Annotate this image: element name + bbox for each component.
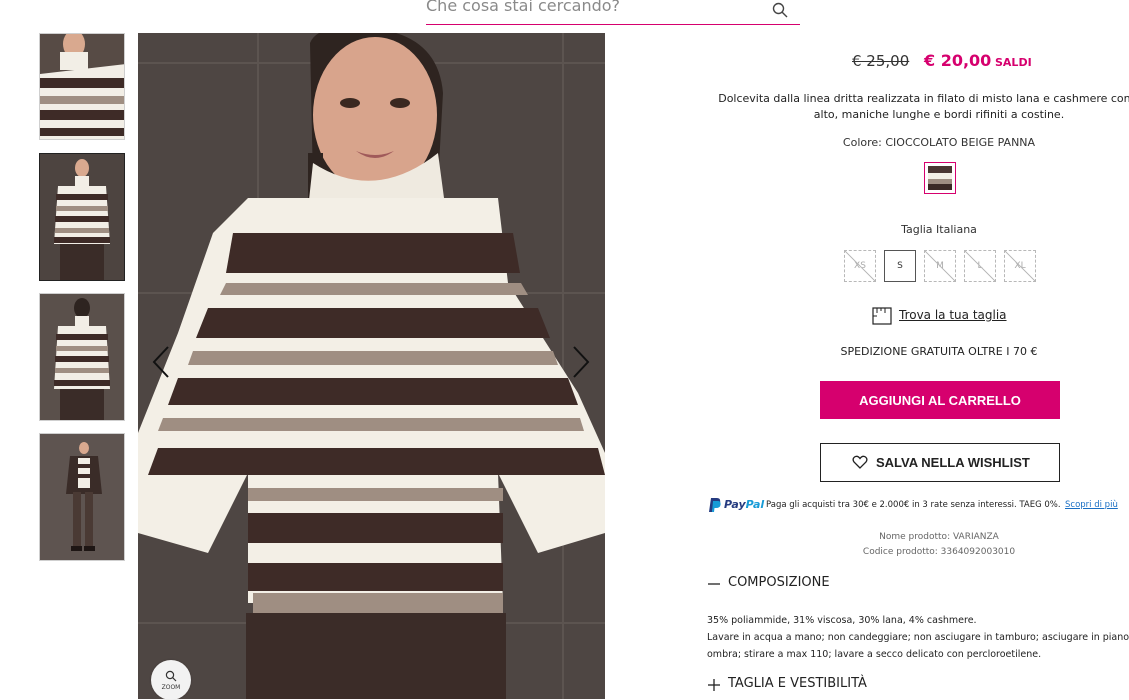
composition-materials: 35% poliammide, 31% viscosa, 30% lana, 4… (707, 615, 977, 626)
search-placeholder[interactable]: Che cosa stai cercando? (426, 0, 620, 15)
size-guide-label[interactable]: Trova la tua taglia (899, 308, 1007, 322)
thumbnail-3[interactable] (39, 293, 125, 421)
paypal-icon (709, 498, 721, 512)
size-option-l[interactable]: L (964, 250, 996, 282)
paypal-word-b: Pal (745, 498, 765, 511)
wishlist-button[interactable]: SALVA NELLA WISHLIST (820, 443, 1060, 482)
zoom-button[interactable]: ZOOM (151, 660, 191, 700)
chevron-right-icon[interactable] (568, 345, 592, 379)
color-label: Colore: CIOCCOLATO BEIGE PANNA (716, 136, 1129, 149)
zoom-label: ZOOM (161, 684, 181, 691)
thumbnail-image (40, 154, 124, 280)
size-option-s[interactable]: S (884, 250, 916, 282)
composition-content: 35% poliammide, 31% viscosa, 30% lana, 4… (707, 612, 1129, 663)
color-swatch[interactable] (924, 162, 956, 194)
add-to-cart-button[interactable]: AGGIUNGI AL CARRELLO (820, 381, 1060, 419)
color-label-text: Colore: (842, 136, 882, 149)
search-icon[interactable] (772, 2, 788, 18)
old-price: € 25,00 (852, 52, 910, 70)
color-value: CIOCCOLATO BEIGE PANNA (885, 136, 1036, 149)
product-photo (138, 33, 605, 699)
minus-icon (708, 583, 720, 585)
thumbnail-2[interactable] (39, 153, 125, 281)
product-description: Dolcevita dalla linea dritta realizzata … (718, 92, 1129, 121)
accordion-fit-title: TAGLIA E VESTIBILITÀ (728, 676, 867, 691)
ruler-icon (872, 307, 892, 325)
wishlist-label: SALVA NELLA WISHLIST (876, 455, 1030, 470)
heart-icon (852, 455, 868, 469)
paypal-word-a: Pay (724, 498, 746, 511)
size-option-xl[interactable]: XL (1004, 250, 1036, 282)
thumbnail-image (40, 34, 124, 139)
accordion-composition-title: COMPOSIZIONE (728, 575, 830, 590)
thumbnail-1[interactable] (39, 33, 125, 140)
shipping-note: SPEDIZIONE GRATUITA OLTRE I 70 € (840, 345, 1038, 358)
thumbnail-4[interactable] (39, 433, 125, 561)
paypal-text: Paga gli acquisti tra 30€ e 2.000€ in 3 … (766, 500, 1061, 510)
product-code: Codice prodotto: 3364092003010 (862, 547, 1016, 557)
thumbnail-image (40, 294, 124, 420)
plus-icon (708, 679, 720, 691)
sale-price: € 20,00 (924, 51, 992, 70)
zoom-icon (165, 670, 177, 682)
paypal-wordmark: PayPal (724, 498, 764, 511)
composition-care-1: Lavare in acqua a mano; non candeggiare;… (707, 632, 1129, 643)
size-option-xs[interactable]: XS (844, 250, 876, 282)
size-option-m[interactable]: M (924, 250, 956, 282)
sale-badge: SALDI (995, 56, 1032, 69)
paypal-learn-more-link[interactable]: Scopri di più (1065, 500, 1118, 510)
product-info: Nome prodotto: VARIANZA Codice prodotto:… (716, 530, 1129, 560)
main-product-image[interactable] (138, 33, 605, 699)
composition-care-2: ombra; stirare a max 110; lavare a secco… (707, 649, 1042, 660)
product-name: Nome prodotto: VARIANZA (879, 532, 999, 542)
thumbnail-image (40, 434, 124, 560)
chevron-left-icon[interactable] (150, 345, 174, 379)
size-title: Taglia Italiana (901, 223, 977, 236)
search-bar[interactable]: Che cosa stai cercando? (426, 0, 800, 25)
